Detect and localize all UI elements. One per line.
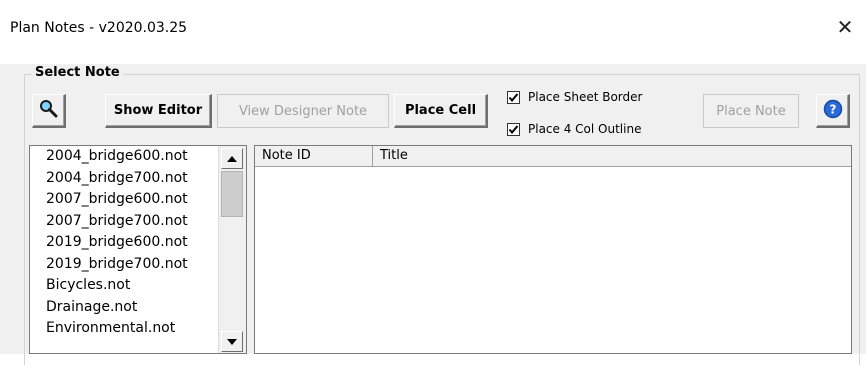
list-item[interactable]: Bicycles.not <box>30 275 246 297</box>
scroll-down-button[interactable] <box>221 331 243 352</box>
checkbox-box[interactable] <box>507 90 520 104</box>
arrow-down-icon <box>227 338 237 345</box>
notes-grid[interactable]: Note ID Title <box>254 145 852 354</box>
column-header-title[interactable]: Title <box>373 146 851 166</box>
show-editor-button[interactable]: Show Editor <box>105 94 212 128</box>
list-item[interactable]: Environmental.not <box>30 318 246 340</box>
checkbox-label: Place Sheet Border <box>528 90 643 104</box>
close-button[interactable]: ✕ <box>832 14 858 40</box>
vertical-scrollbar[interactable] <box>218 146 246 353</box>
magnifier-icon <box>39 99 59 123</box>
group-label: Select Note <box>32 65 123 80</box>
list-item[interactable]: 2019_bridge700.not <box>30 254 246 276</box>
list-item[interactable]: 2007_bridge600.not <box>30 189 246 211</box>
help-icon: ? <box>823 99 843 123</box>
list-item[interactable]: 2004_bridge600.not <box>30 146 246 168</box>
list-item[interactable]: Drainage.not <box>30 297 246 319</box>
window-title: Plan Notes - v2020.03.25 <box>10 20 188 36</box>
arrow-up-icon <box>227 155 237 162</box>
place-cell-button[interactable]: Place Cell <box>394 94 488 128</box>
list-item[interactable]: 2004_bridge700.not <box>30 168 246 190</box>
list-item[interactable]: 2019_bridge600.not <box>30 232 246 254</box>
checkmark-icon <box>508 124 519 134</box>
dialog-body: Select Note Show Editor View Designer No… <box>0 64 866 365</box>
checkbox-box[interactable] <box>507 122 520 136</box>
title-bar: Plan Notes - v2020.03.25 ✕ <box>0 0 866 64</box>
note-file-list[interactable]: 2004_bridge600.not 2004_bridge700.not 20… <box>29 145 247 354</box>
svg-text:?: ? <box>829 102 836 116</box>
place-sheet-border-checkbox[interactable]: Place Sheet Border <box>507 90 642 104</box>
place-4-col-outline-checkbox[interactable]: Place 4 Col Outline <box>507 122 641 136</box>
list-item[interactable]: 2007_bridge700.not <box>30 211 246 233</box>
checkbox-label: Place 4 Col Outline <box>528 122 642 136</box>
scroll-thumb[interactable] <box>221 171 243 217</box>
place-note-button[interactable]: Place Note <box>703 94 799 128</box>
view-designer-note-button[interactable]: View Designer Note <box>217 94 389 128</box>
grid-header: Note ID Title <box>255 146 851 167</box>
scroll-up-button[interactable] <box>221 148 243 169</box>
search-button[interactable] <box>32 94 66 128</box>
column-header-note-id[interactable]: Note ID <box>255 146 373 166</box>
help-button[interactable]: ? <box>816 94 850 128</box>
checkmark-icon <box>508 92 519 102</box>
